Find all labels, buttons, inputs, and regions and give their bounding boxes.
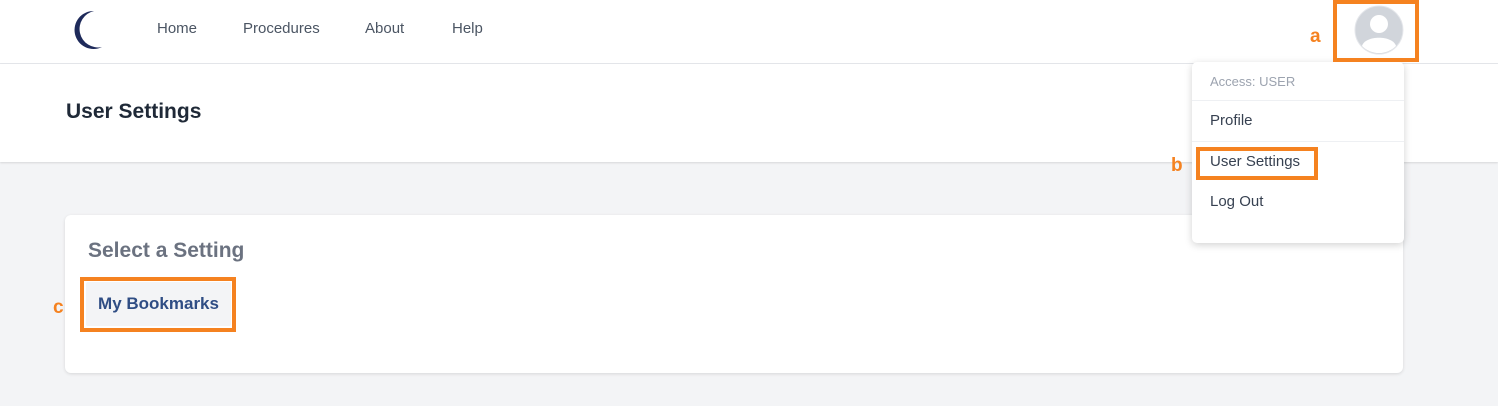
access-level-label: Access: USER [1210, 74, 1296, 89]
nav-procedures-link[interactable]: Procedures [243, 20, 320, 38]
log-out-menu-item[interactable]: Log Out [1210, 193, 1263, 210]
top-navbar: Home Procedures About Help [0, 0, 1498, 64]
user-settings-menu-item[interactable]: User Settings [1210, 153, 1300, 170]
nav-about-link[interactable]: About [365, 20, 404, 38]
user-dropdown-menu: Access: USER Profile User Settings Log O… [1192, 62, 1404, 243]
annotation-label-a: a [1310, 26, 1321, 47]
crescent-logo-icon[interactable] [64, 8, 106, 50]
annotation-label-b: b [1171, 155, 1183, 176]
user-avatar-icon [1354, 5, 1404, 55]
profile-menu-item[interactable]: Profile [1210, 112, 1253, 129]
my-bookmarks-button[interactable]: My Bookmarks [86, 282, 231, 326]
nav-help-link[interactable]: Help [452, 20, 483, 38]
dropdown-divider [1192, 141, 1404, 142]
dropdown-divider [1192, 100, 1404, 101]
nav-home-link[interactable]: Home [157, 20, 197, 38]
card-title: Select a Setting [88, 239, 245, 262]
user-avatar-button[interactable] [1353, 4, 1405, 56]
annotation-label-c: c [53, 297, 64, 318]
page-title: User Settings [66, 100, 202, 123]
